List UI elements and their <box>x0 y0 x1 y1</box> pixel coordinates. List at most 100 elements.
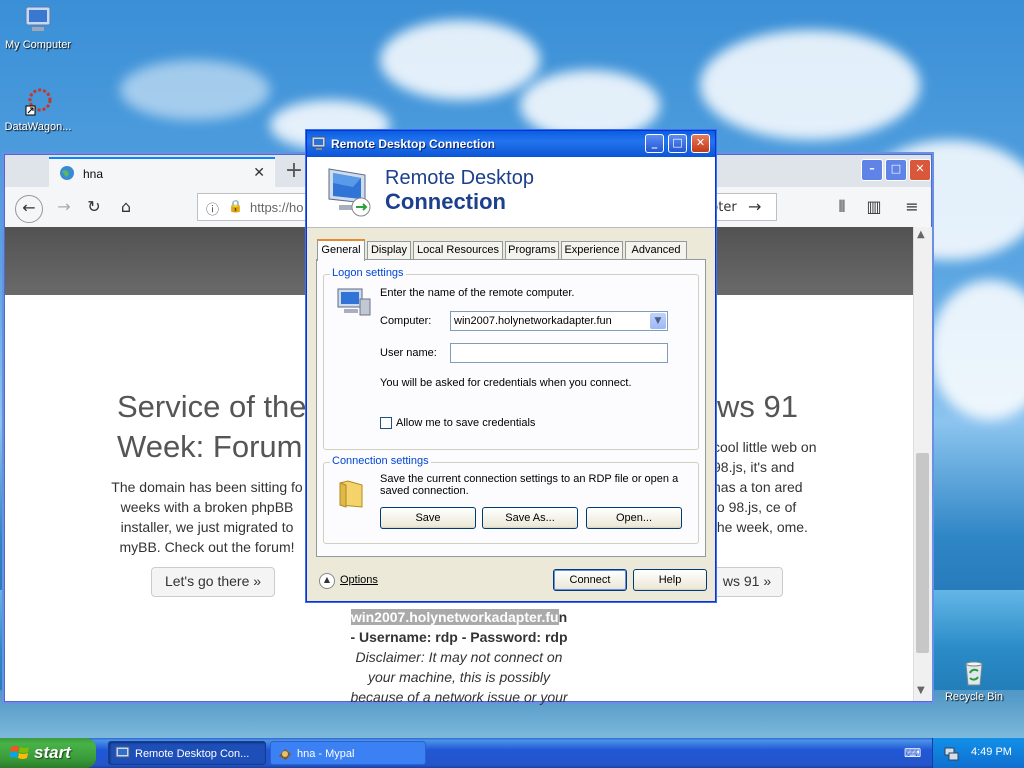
server-info: win2007.holynetworkadapter.fun - Usernam… <box>343 607 575 707</box>
open-button[interactable]: Open... <box>586 507 682 529</box>
connection-settings-label: Connection settings <box>330 455 431 467</box>
menu-icon[interactable]: ≡ <box>899 195 925 221</box>
taskbar: start Remote Desktop Con... hna - Mypal … <box>0 738 1024 768</box>
maximize-button[interactable]: □ <box>668 134 687 153</box>
desktop-icon-datawagon[interactable]: DataWagon... <box>0 86 76 133</box>
save-as-button[interactable]: Save As... <box>482 507 578 529</box>
disclaimer-text: Disclaimer: It may not connect on your m… <box>350 649 568 705</box>
my-computer-icon <box>22 4 54 36</box>
help-button[interactable]: Help <box>633 569 707 591</box>
taskbar-item-browser[interactable]: hna - Mypal <box>270 741 426 765</box>
cloud <box>930 280 1024 420</box>
desktop-icon-recycle-bin[interactable]: Recycle Bin <box>936 656 1012 703</box>
rdp-dialog: Remote Desktop Connection _ □ ✕ Remote D… <box>306 130 716 602</box>
options-chevron-icon[interactable]: ▲ <box>319 573 335 589</box>
chevron-down-icon[interactable]: ▼ <box>650 313 666 329</box>
browser-tab[interactable]: hna ✕ <box>49 157 275 187</box>
save-credentials-label[interactable]: Allow me to save credentials <box>396 417 535 429</box>
rdp-app-icon <box>115 746 130 758</box>
tab-advanced[interactable]: Advanced <box>625 241 687 259</box>
banner-title-line1: Remote Desktop <box>385 167 534 189</box>
connect-button[interactable]: Connect <box>553 569 627 591</box>
rdp-banner: Remote Desktop Connection <box>307 157 715 228</box>
cloud <box>700 30 920 140</box>
recycle-bin-icon <box>958 656 990 688</box>
left-cta-button[interactable]: Let's go there » <box>151 567 275 597</box>
rdp-titlebar[interactable]: Remote Desktop Connection _ □ ✕ <box>307 131 715 157</box>
new-tab-button[interactable]: + <box>279 157 309 187</box>
desktop-icon-label: My Computer <box>4 39 72 51</box>
start-button[interactable]: start <box>0 738 96 768</box>
tab-local-resources[interactable]: Local Resources <box>413 241 503 259</box>
scrollbar[interactable]: ▲ ▼ <box>913 227 932 701</box>
mypal-icon <box>279 749 291 760</box>
minimize-button[interactable]: _ <box>645 134 664 153</box>
datawagon-icon <box>22 86 54 118</box>
library-icon[interactable]: ⫴ <box>829 195 855 221</box>
credentials-note: You will be asked for credentials when y… <box>380 377 632 389</box>
save-button[interactable]: Save <box>380 507 476 529</box>
taskbar-item-label: hna - Mypal <box>297 748 355 760</box>
maximize-button[interactable]: □ <box>885 159 907 181</box>
scroll-down-icon[interactable]: ▼ <box>917 685 925 696</box>
tab-display[interactable]: Display <box>367 241 411 259</box>
username-input[interactable] <box>450 343 668 363</box>
network-icon[interactable] <box>943 745 959 761</box>
desktop-icon-label: DataWagon... <box>4 121 72 133</box>
rdp-app-icon <box>311 136 326 150</box>
close-button[interactable]: ✕ <box>691 134 710 153</box>
connection-settings-group: Connection settings Save the current con… <box>323 455 699 544</box>
cloud <box>380 20 540 100</box>
windows-logo-icon <box>10 746 29 759</box>
browser-tab-title: hna <box>83 167 104 181</box>
tab-general[interactable]: General <box>317 239 365 261</box>
scroll-up-icon[interactable]: ▲ <box>917 229 925 240</box>
logon-intro-text: Enter the name of the remote computer. <box>380 287 575 299</box>
sidebar-icon[interactable]: ▥ <box>861 195 887 221</box>
server-address-highlight: win2007.holynetworkadapter.fu <box>350 609 559 625</box>
server-address-tail: n <box>558 609 568 625</box>
info-icon[interactable]: ⓘ <box>206 199 219 218</box>
home-icon[interactable]: ⌂ <box>113 195 139 221</box>
back-icon[interactable]: ← <box>15 195 43 223</box>
right-cta-button[interactable]: ws 91 » <box>711 567 783 597</box>
computer-label: Computer: <box>380 315 432 327</box>
computer-icon <box>337 288 371 316</box>
folder-icon <box>339 480 363 508</box>
tab-experience[interactable]: Experience <box>561 241 623 259</box>
left-heading-line1: Service of the <box>117 389 307 424</box>
remote-desktop-icon <box>328 168 371 217</box>
options-button[interactable]: Options <box>340 574 378 586</box>
close-button[interactable]: ✕ <box>909 159 931 181</box>
banner-title-line2: Connection <box>385 189 506 214</box>
general-tab-panel: Logon settings Enter the name of the rem… <box>316 259 706 557</box>
close-tab-icon[interactable]: ✕ <box>253 165 265 181</box>
computer-combobox[interactable]: win2007.holynetworkadapter.fun ▼ <box>450 311 668 331</box>
credentials-text: - Username: rdp - Password: rdp <box>350 629 568 645</box>
rdp-window-title: Remote Desktop Connection <box>331 137 496 151</box>
start-label: start <box>34 743 71 762</box>
cloud <box>120 60 270 120</box>
clock[interactable]: 4:49 PM <box>971 746 1012 758</box>
globe-icon <box>60 166 74 180</box>
save-credentials-checkbox[interactable] <box>380 417 392 429</box>
minimize-button[interactable]: – <box>861 159 883 181</box>
logon-settings-group: Logon settings Enter the name of the rem… <box>323 267 699 450</box>
reload-icon[interactable]: ↻ <box>81 195 107 221</box>
tab-programs[interactable]: Programs <box>505 241 559 259</box>
computer-value: win2007.holynetworkadapter.fun <box>454 315 612 327</box>
scrollbar-thumb[interactable] <box>916 453 929 653</box>
left-paragraph: The domain has been sitting fo weeks wit… <box>111 479 303 555</box>
right-paragraph: cool little web on 98.js, it's and has a… <box>713 439 817 535</box>
system-tray: 4:49 PM <box>932 738 1024 768</box>
left-heading-line2: Week: Forum <box>117 429 303 464</box>
desktop-icon-my-computer[interactable]: My Computer <box>0 4 76 51</box>
connection-settings-text: Save the current connection settings to … <box>380 473 679 497</box>
username-label: User name: <box>380 347 437 359</box>
go-arrow-icon[interactable]: → <box>748 197 761 216</box>
forward-icon[interactable]: → <box>51 195 77 221</box>
lock-icon: 🔒 <box>228 199 243 213</box>
taskbar-item-label: Remote Desktop Con... <box>135 748 250 760</box>
keyboard-icon[interactable]: ⌨ <box>904 746 921 760</box>
taskbar-item-rdp[interactable]: Remote Desktop Con... <box>108 741 266 765</box>
